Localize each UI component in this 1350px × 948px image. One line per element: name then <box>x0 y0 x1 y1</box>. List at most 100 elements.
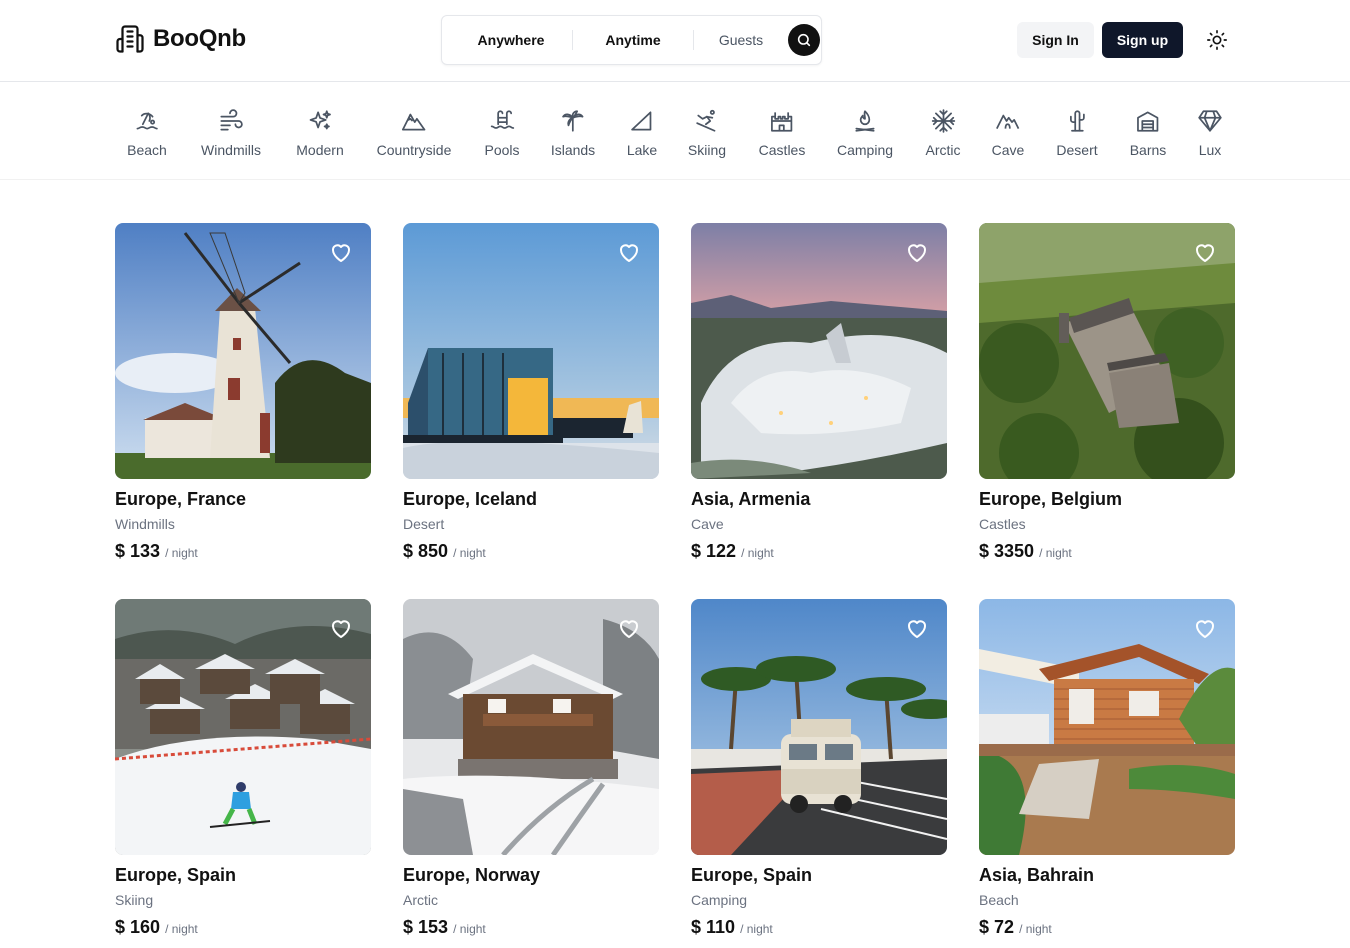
category-countryside[interactable]: Countryside <box>376 108 452 158</box>
listing-card[interactable]: Europe, Iceland Desert $ 850 / night <box>403 223 659 562</box>
category-label: Countryside <box>376 142 452 158</box>
listing-location: Asia, Armenia <box>691 489 811 509</box>
sign-up-button[interactable]: Sign up <box>1102 22 1183 58</box>
listing-price: $ 133 / night <box>115 541 371 562</box>
category-pools[interactable]: Pools <box>484 108 520 158</box>
price-value: $ 133 <box>115 541 161 561</box>
mountain-icon <box>402 113 426 131</box>
listing-card[interactable]: Europe, Spain Camping $ 110 / night <box>691 599 947 938</box>
category-skiing[interactable]: Skiing <box>688 108 726 158</box>
category-islands[interactable]: Islands <box>551 108 595 158</box>
listing-price: $ 72 / night <box>979 917 1235 938</box>
price-value: $ 160 <box>115 917 161 937</box>
price-unit: / night <box>165 922 198 936</box>
price-unit: / night <box>741 546 774 560</box>
listing-category: Castles <box>979 516 1026 532</box>
beach-icon <box>136 112 158 130</box>
category-lux[interactable]: Lux <box>1197 108 1223 158</box>
listing-image[interactable] <box>403 599 659 855</box>
category-castles[interactable]: Castles <box>758 108 806 158</box>
theme-toggle[interactable] <box>1204 27 1230 53</box>
category-label: Lake <box>626 142 658 158</box>
listing-category: Windmills <box>115 516 175 532</box>
price-unit: / night <box>453 922 486 936</box>
heart-icon[interactable] <box>905 616 929 640</box>
category-arctic[interactable]: Arctic <box>926 108 961 158</box>
search-anytime[interactable]: Anytime <box>573 32 693 48</box>
search-button[interactable] <box>788 24 820 56</box>
category-label: Islands <box>550 142 596 158</box>
price-value: $ 153 <box>403 917 449 937</box>
category-label: Skiing <box>687 142 727 158</box>
listing-category: Arctic <box>403 892 438 908</box>
listing-price: $ 850 / night <box>403 541 659 562</box>
listing-card[interactable]: Europe, Norway Arctic $ 153 / night <box>403 599 659 938</box>
category-modern[interactable]: Modern <box>296 108 344 158</box>
listing-price: $ 3350 / night <box>979 541 1235 562</box>
price-unit: / night <box>165 546 198 560</box>
heart-icon[interactable] <box>1193 616 1217 640</box>
heart-icon[interactable] <box>617 616 641 640</box>
listing-card[interactable]: Asia, Armenia Cave $ 122 / night <box>691 223 947 562</box>
listing-price: $ 153 / night <box>403 917 659 938</box>
category-label: Pools <box>484 142 520 158</box>
price-unit: / night <box>1019 922 1052 936</box>
search-icon <box>797 33 811 47</box>
listing-card[interactable]: Europe, Spain Skiing $ 160 / night <box>115 599 371 938</box>
listing-image[interactable] <box>979 599 1235 855</box>
category-lake[interactable]: Lake <box>627 108 657 158</box>
palm-icon <box>562 110 584 132</box>
listing-image[interactable] <box>403 223 659 479</box>
category-cave[interactable]: Cave <box>992 108 1024 158</box>
skier-icon <box>696 109 716 132</box>
top-navbar: BooQnb Anywhere Anytime Guests Sign In S… <box>0 0 1350 82</box>
listing-image[interactable] <box>691 599 947 855</box>
barn-icon <box>1137 111 1159 132</box>
pool-icon <box>490 110 514 129</box>
heart-icon[interactable] <box>329 240 353 264</box>
category-label: Barns <box>1129 142 1167 158</box>
price-value: $ 110 <box>691 917 736 937</box>
listing-category: Desert <box>403 516 445 532</box>
listing-image[interactable] <box>979 223 1235 479</box>
listing-location: Europe, Belgium <box>979 489 1123 509</box>
listing-card[interactable]: Europe, France Windmills $ 133 / night <box>115 223 371 562</box>
price-unit: / night <box>453 546 486 560</box>
category-camping[interactable]: Camping <box>837 108 893 158</box>
category-label: Lux <box>1198 142 1222 158</box>
listing-price: $ 160 / night <box>115 917 371 938</box>
sail-icon <box>631 111 652 131</box>
heart-icon[interactable] <box>1193 240 1217 264</box>
campfire-icon <box>855 110 875 132</box>
cactus-icon <box>1069 110 1085 132</box>
heart-icon[interactable] <box>329 616 353 640</box>
search-anywhere[interactable]: Anywhere <box>442 32 572 48</box>
category-windmills[interactable]: Windmills <box>201 108 261 158</box>
listing-card[interactable]: Europe, Belgium Castles $ 3350 / night <box>979 223 1235 562</box>
listing-price: $ 110 / night <box>691 917 947 938</box>
listing-location: Europe, Norway <box>403 865 541 885</box>
category-label: Modern <box>296 142 344 158</box>
listing-image[interactable] <box>691 223 947 479</box>
building-icon <box>116 25 144 53</box>
category-desert[interactable]: Desert <box>1056 108 1098 158</box>
heart-icon[interactable] <box>905 240 929 264</box>
category-label: Castles <box>758 142 806 158</box>
search-bar[interactable]: Anywhere Anytime Guests <box>441 15 822 65</box>
listing-image[interactable] <box>115 599 371 855</box>
category-label: Desert <box>1056 142 1098 158</box>
heart-icon[interactable] <box>617 240 641 264</box>
category-bar: Beach Windmills Modern Countryside Pools… <box>0 82 1350 180</box>
listing-location: Asia, Bahrain <box>979 865 1095 885</box>
brand-logo[interactable]: BooQnb <box>115 24 246 54</box>
listing-card[interactable]: Asia, Bahrain Beach $ 72 / night <box>979 599 1235 938</box>
listing-location: Europe, Spain <box>691 865 813 885</box>
category-barns[interactable]: Barns <box>1129 108 1167 158</box>
sign-in-button[interactable]: Sign In <box>1017 22 1094 58</box>
category-beach[interactable]: Beach <box>127 108 167 158</box>
listing-location: Europe, Iceland <box>403 489 538 509</box>
search-guests[interactable]: Guests <box>694 32 788 48</box>
listing-image[interactable] <box>115 223 371 479</box>
sun-icon <box>1207 30 1227 50</box>
listing-category: Cave <box>691 516 724 532</box>
